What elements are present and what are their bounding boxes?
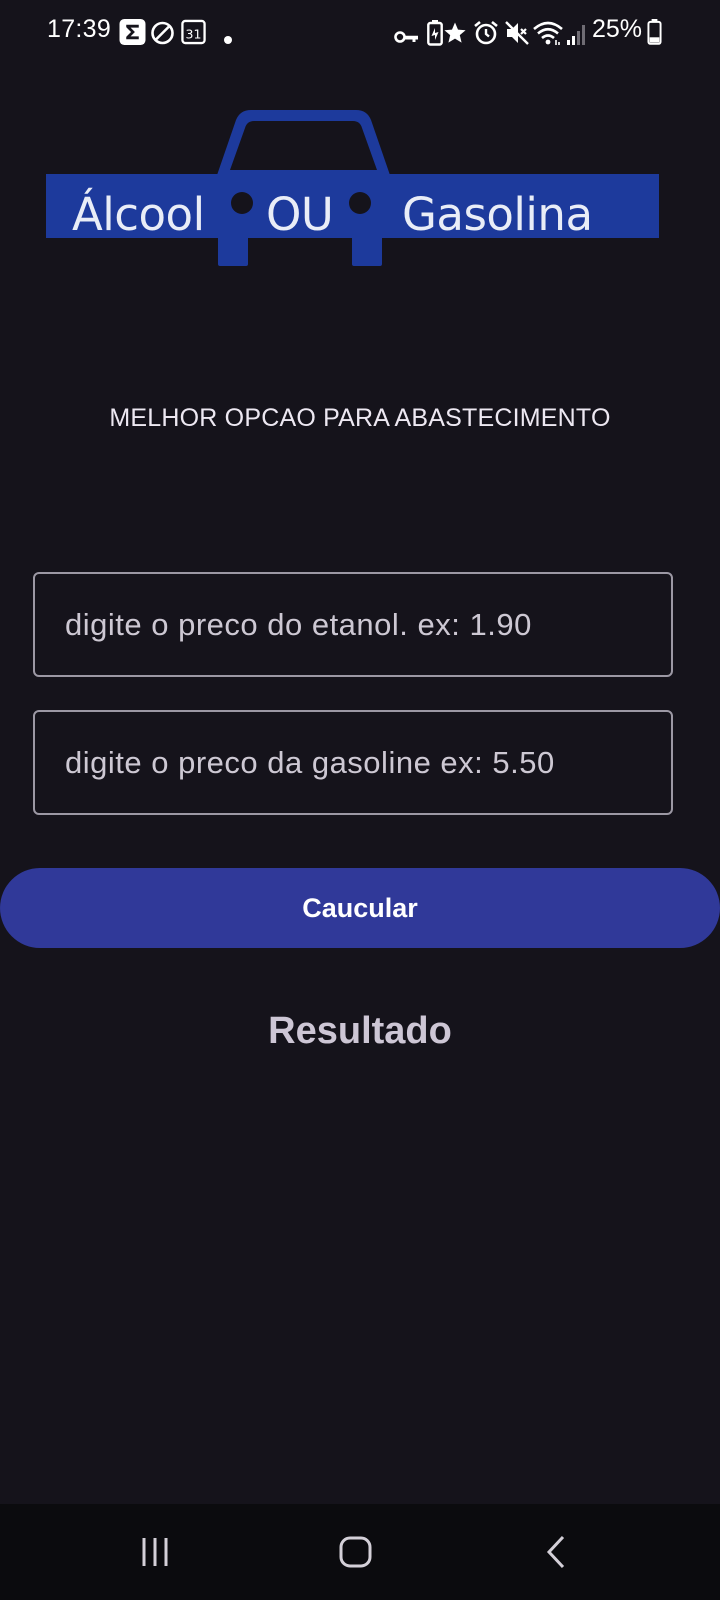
alarm-icon	[474, 20, 498, 45]
subtitle: MELHOR OPCAO PARA ABASTECIMENTO	[109, 404, 611, 432]
star-icon	[444, 22, 466, 43]
logo-word-alcool: Álcool	[72, 188, 205, 241]
vpn-key-icon	[394, 31, 418, 43]
calendar-day: 31	[186, 26, 202, 41]
back-button[interactable]	[497, 1504, 617, 1600]
etanol-price-input[interactable]	[35, 574, 671, 675]
battery-saver-icon	[427, 20, 443, 46]
status-time: 17:39	[47, 15, 112, 43]
gasoline-price-field[interactable]	[33, 710, 673, 815]
home-button[interactable]	[296, 1504, 416, 1600]
recent-apps-icon	[142, 1538, 168, 1566]
sigma-icon	[119, 19, 146, 45]
do-not-disturb-icon	[151, 21, 174, 45]
app-logo: Álcool OU Gasolina	[46, 106, 674, 274]
signal-icon	[567, 25, 585, 45]
mute-icon	[505, 21, 529, 45]
result-label: Resultado	[268, 1010, 452, 1052]
etanol-price-field[interactable]	[33, 572, 673, 677]
logo-word-ou: OU	[266, 188, 334, 241]
home-icon	[339, 1536, 372, 1568]
app-screen: 17:39 31 25% Álcool OU Gasolina MELHOR O…	[0, 0, 720, 1600]
status-bar: 17:39 31 25%	[0, 0, 720, 66]
battery-icon	[647, 19, 662, 45]
battery-percentage: 25%	[591, 15, 642, 43]
notification-dot-icon	[224, 36, 232, 44]
logo-word-gasolina: Gasolina	[402, 188, 593, 241]
wifi-icon	[533, 21, 563, 45]
recent-apps-button[interactable]	[95, 1504, 215, 1600]
navigation-bar	[0, 1504, 720, 1600]
gasoline-price-input[interactable]	[35, 712, 671, 813]
calendar-icon: 31	[181, 19, 206, 45]
calculate-button[interactable]: Caucular	[0, 868, 720, 948]
back-icon	[546, 1535, 565, 1569]
